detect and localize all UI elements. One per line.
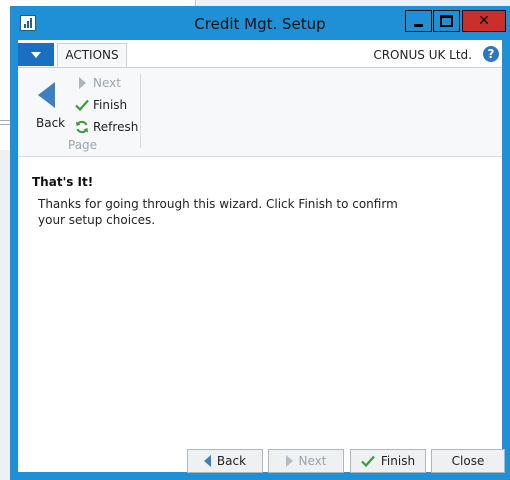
- next-arrow-icon: [285, 455, 293, 467]
- close-icon: ✕: [478, 13, 490, 29]
- ribbon-refresh-label: Refresh: [93, 120, 139, 134]
- maximize-icon: [440, 15, 453, 27]
- back-arrow-icon: [38, 82, 55, 108]
- ribbon-tab-bar: ACTIONS CRONUS UK Ltd. ?: [18, 40, 502, 68]
- finish-button-label: Finish: [380, 454, 416, 468]
- ribbon-back-button[interactable]: Back: [28, 76, 68, 136]
- close-button-label: Close: [451, 454, 485, 468]
- page-instructions: Thanks for going through this wizard. Cl…: [38, 197, 398, 227]
- wizard-window: Credit Mgt. Setup ✕ ACTIONS CRONUS UK Lt…: [10, 6, 510, 480]
- close-button[interactable]: Close: [431, 449, 505, 473]
- ribbon-finish-label: Finish: [93, 98, 128, 112]
- refresh-icon: [75, 120, 89, 134]
- checkmark-icon: [361, 454, 375, 468]
- page-title: That's It!: [32, 175, 94, 189]
- ribbon-actions-panel: Back Next Finish Refresh Page: [18, 68, 502, 157]
- ribbon-back-label: Back: [36, 116, 66, 130]
- back-arrow-icon: [203, 455, 211, 467]
- back-button-label: Back: [216, 454, 247, 468]
- minimize-button[interactable]: [405, 10, 432, 32]
- app-menu-button[interactable]: [18, 43, 54, 66]
- ribbon-group-label: Page: [68, 138, 98, 152]
- ribbon-next-label: Next: [93, 76, 121, 90]
- help-icon[interactable]: ?: [483, 46, 499, 62]
- ribbon-finish-button[interactable]: Finish: [75, 96, 127, 114]
- next-button[interactable]: Next: [268, 449, 344, 473]
- ribbon-refresh-button[interactable]: Refresh: [75, 118, 138, 136]
- title-bar[interactable]: Credit Mgt. Setup ✕: [10, 6, 510, 40]
- checkmark-icon: [75, 98, 89, 112]
- ribbon-group-separator: [140, 74, 141, 148]
- close-window-button[interactable]: ✕: [462, 10, 506, 32]
- tab-actions[interactable]: ACTIONS: [57, 43, 127, 67]
- back-button[interactable]: Back: [187, 449, 263, 473]
- company-name: CRONUS UK Ltd.: [373, 48, 472, 62]
- next-arrow-icon: [78, 77, 86, 89]
- window-client-area: ACTIONS CRONUS UK Ltd. ? Back Next Finis…: [18, 40, 505, 473]
- maximize-button[interactable]: [433, 10, 460, 32]
- minimize-icon: [414, 23, 423, 27]
- chevron-down-icon: [31, 51, 41, 58]
- next-button-label: Next: [298, 454, 327, 468]
- finish-button[interactable]: Finish: [350, 449, 426, 473]
- ribbon-next-button[interactable]: Next: [75, 74, 121, 92]
